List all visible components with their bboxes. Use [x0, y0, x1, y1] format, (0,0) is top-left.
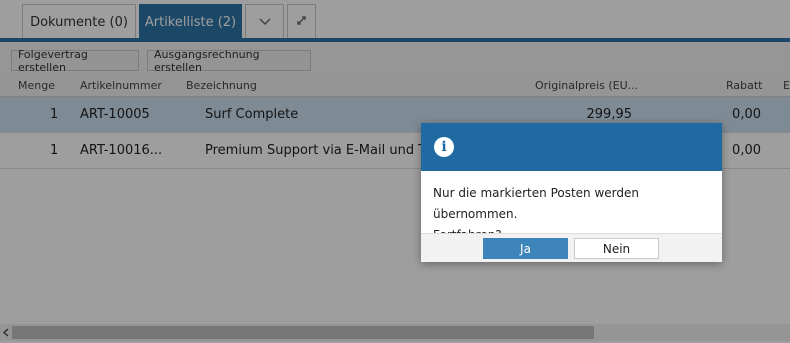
dialog-message-line1: Nur die markierten Posten werden übernom…	[433, 186, 639, 221]
info-icon: i	[434, 137, 454, 157]
dialog-header: i	[421, 123, 722, 171]
dialog-footer: Ja Nein	[421, 233, 722, 262]
no-button[interactable]: Nein	[574, 238, 659, 259]
confirm-dialog: i Nur die markierten Posten werden übern…	[421, 123, 722, 262]
yes-button[interactable]: Ja	[483, 238, 568, 259]
